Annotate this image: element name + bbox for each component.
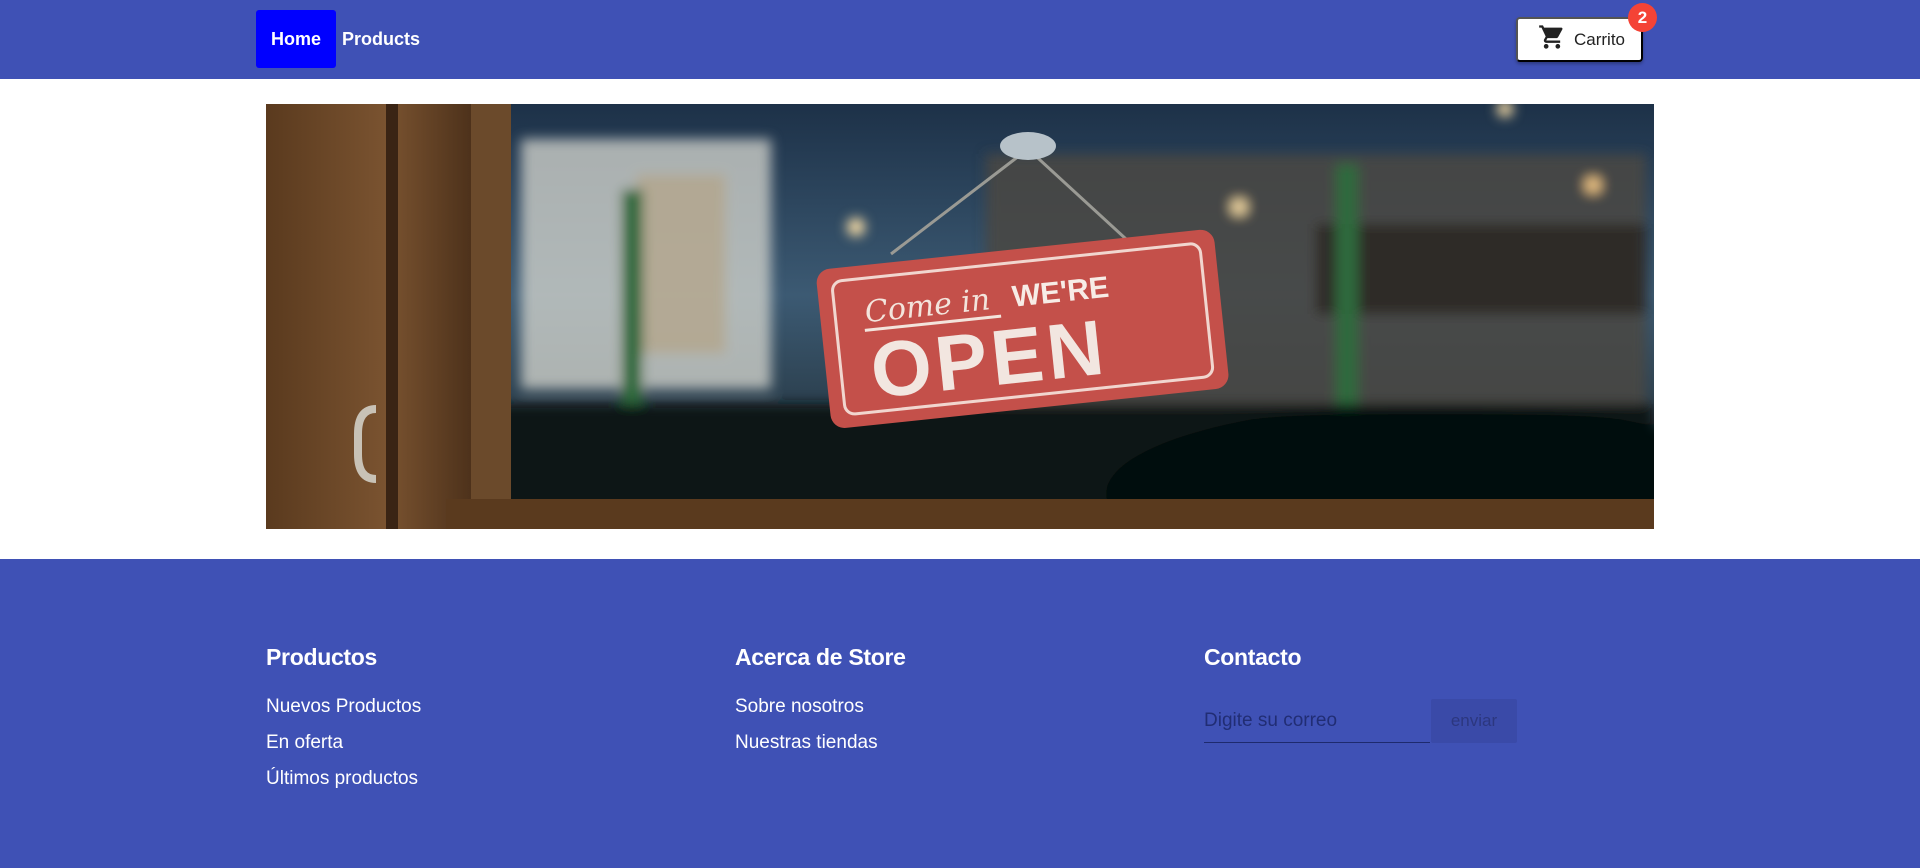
footer-link-nuestras-tiendas[interactable]: Nuestras tiendas [735,725,906,761]
footer-productos-column: Productos Nuevos Productos En oferta Últ… [266,644,421,797]
nav-products-link[interactable]: Products [342,10,420,68]
newsletter-form: enviar [1204,699,1517,743]
footer-link-en-oferta[interactable]: En oferta [266,725,421,761]
footer-productos-heading: Productos [266,644,378,670]
top-navbar: Home Products Carrito 2 [0,0,1920,79]
footer-link-nuevos-productos[interactable]: Nuevos Productos [266,689,421,725]
footer-contacto-column: Contacto enviar [1204,644,1517,743]
footer-contacto-heading: Contacto [1204,644,1302,670]
cart-button[interactable]: Carrito [1516,17,1643,62]
site-footer: Productos Nuevos Productos En oferta Últ… [0,559,1920,868]
send-button[interactable]: enviar [1431,699,1517,743]
shopping-cart-icon [1538,23,1574,56]
footer-acerca-heading: Acerca de Store [735,644,906,670]
nav-home-link[interactable]: Home [256,10,336,68]
footer-link-ultimos-productos[interactable]: Últimos productos [266,761,421,797]
hero-banner-image: Come in WE'RE OPEN [266,104,1654,529]
cart-label: Carrito [1574,29,1626,49]
footer-acerca-column: Acerca de Store Sobre nosotros Nuestras … [735,644,906,761]
footer-link-sobre-nosotros[interactable]: Sobre nosotros [735,689,906,725]
email-field[interactable] [1204,699,1430,743]
cart-count-badge: 2 [1628,3,1657,32]
